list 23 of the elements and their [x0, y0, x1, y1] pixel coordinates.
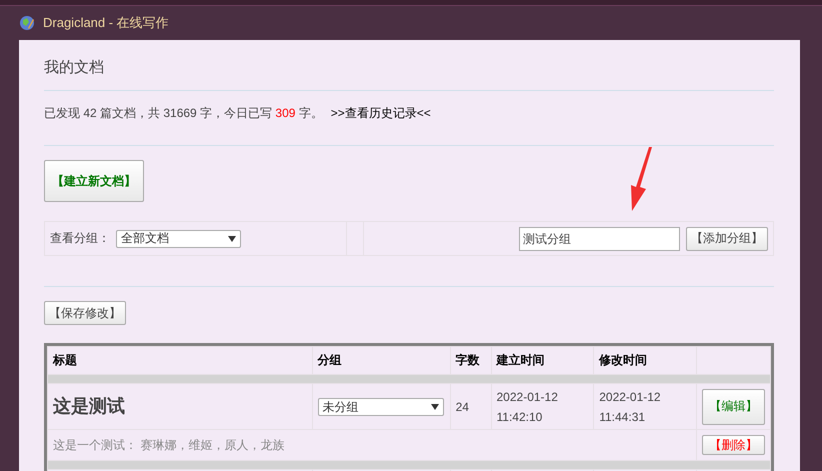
group-select[interactable]: 全部文档 — [116, 230, 241, 248]
history-link[interactable]: >>查看历史记录<< — [330, 104, 431, 122]
dropdown-icon — [228, 236, 236, 242]
group-select[interactable]: 未分组 — [318, 398, 444, 416]
created-time: 2022-01-12 11:42:10 — [496, 388, 559, 426]
group-filter-label: 查看分组： — [50, 230, 110, 247]
column-header: 标题 — [48, 346, 312, 374]
modified-time: 2022-01-12 11:44:31 — [599, 388, 662, 426]
edit-button[interactable]: 【编辑】 — [702, 388, 765, 424]
stats-text: 已发现 42 篇文档，共 31669 字，今日已写 309 字。 — [44, 104, 323, 122]
delete-button[interactable]: 【删除】 — [702, 435, 765, 455]
save-changes-button[interactable]: 【保存修改】 — [44, 301, 126, 325]
document-summary: 这是一个测试： 赛琳娜，维姬，原人，龙族 — [53, 438, 284, 452]
column-header: 分组 — [312, 346, 450, 374]
add-group-button[interactable]: 【添加分组】 — [686, 226, 768, 250]
word-count: 24 — [456, 400, 469, 414]
group-name-field[interactable]: 测试分组 — [519, 226, 680, 250]
new-document-button[interactable]: 【建立新文档】 — [44, 160, 144, 202]
dropdown-icon — [430, 404, 439, 410]
document-title: 这是测试 — [53, 396, 125, 416]
globe-icon — [19, 15, 35, 31]
window-title: Dragicland - 在线写作 — [43, 14, 169, 32]
page-heading: 我的文档 — [44, 58, 105, 78]
